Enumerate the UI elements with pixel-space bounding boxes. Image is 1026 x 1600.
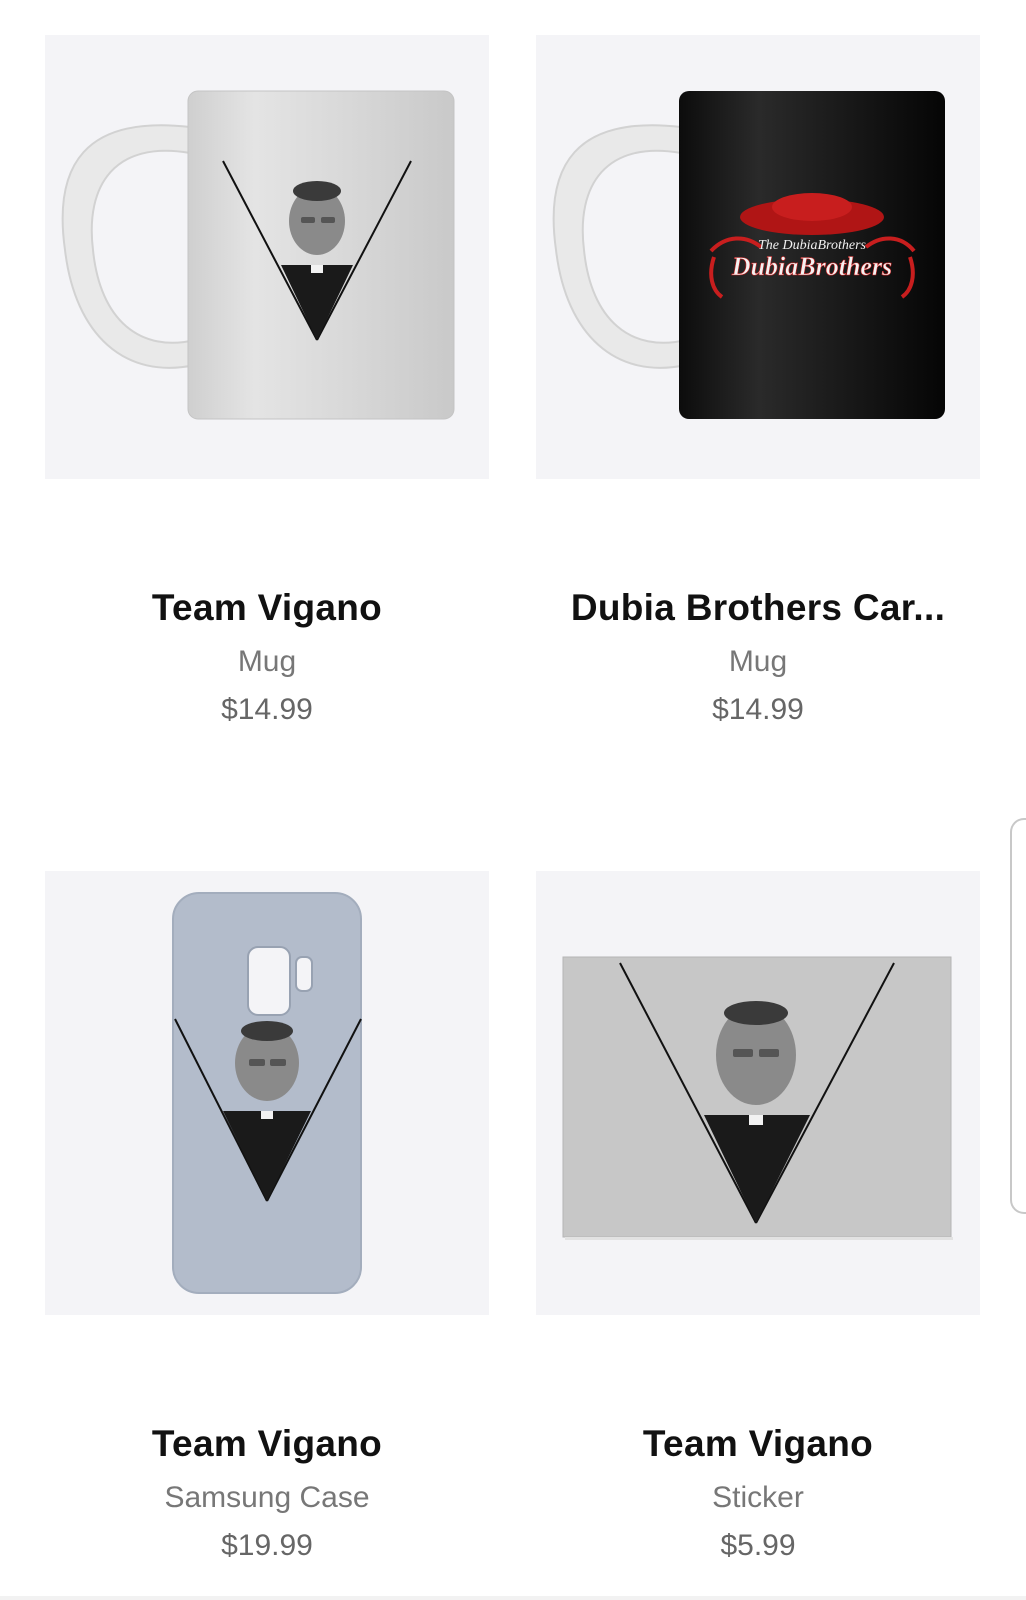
phone-case-image	[172, 892, 362, 1294]
product-thumbnail[interactable]: The DubiaBrothers DubiaBrothers	[536, 35, 980, 479]
white-mug-image	[61, 90, 455, 420]
product-type: Sticker	[712, 1481, 804, 1514]
product-type: Mug	[728, 645, 788, 678]
black-mug-image: The DubiaBrothers DubiaBrothers	[552, 91, 945, 419]
sticker-image	[562, 956, 953, 1240]
product-price: $14.99	[712, 693, 804, 726]
product-thumbnail[interactable]	[45, 35, 489, 479]
product-title[interactable]: Team Vigano	[45, 587, 489, 629]
product-grid-page: Team Vigano Mug $14.99 The DubiaBrothers…	[0, 0, 1026, 1600]
product-type: Samsung Case	[164, 1481, 370, 1514]
scrollbar-handle[interactable]	[1010, 818, 1026, 1214]
product-price: $5.99	[720, 1529, 796, 1562]
mug-artwork-text: The DubiaBrothers	[758, 238, 867, 253]
bottom-divider	[0, 1596, 1026, 1600]
svg-text:DubiaBrothers: DubiaBrothers	[731, 252, 892, 281]
product-title[interactable]: Team Vigano	[536, 1423, 980, 1465]
product-title[interactable]: Dubia Brothers Car...	[536, 587, 980, 629]
product-price: $19.99	[221, 1529, 313, 1562]
product-card[interactable]: Team Vigano Mug $14.99	[45, 35, 489, 727]
product-price: $14.99	[221, 693, 313, 726]
product-card[interactable]: The DubiaBrothers DubiaBrothers Dubia Br…	[536, 35, 980, 727]
product-title[interactable]: Team Vigano	[45, 1423, 489, 1465]
product-type: Mug	[237, 645, 297, 678]
product-thumbnail[interactable]	[45, 871, 489, 1315]
product-card[interactable]: Team Vigano Samsung Case $19.99	[45, 871, 489, 1563]
product-thumbnail[interactable]	[536, 871, 980, 1315]
product-card[interactable]: Team Vigano Sticker $5.99	[536, 871, 980, 1563]
